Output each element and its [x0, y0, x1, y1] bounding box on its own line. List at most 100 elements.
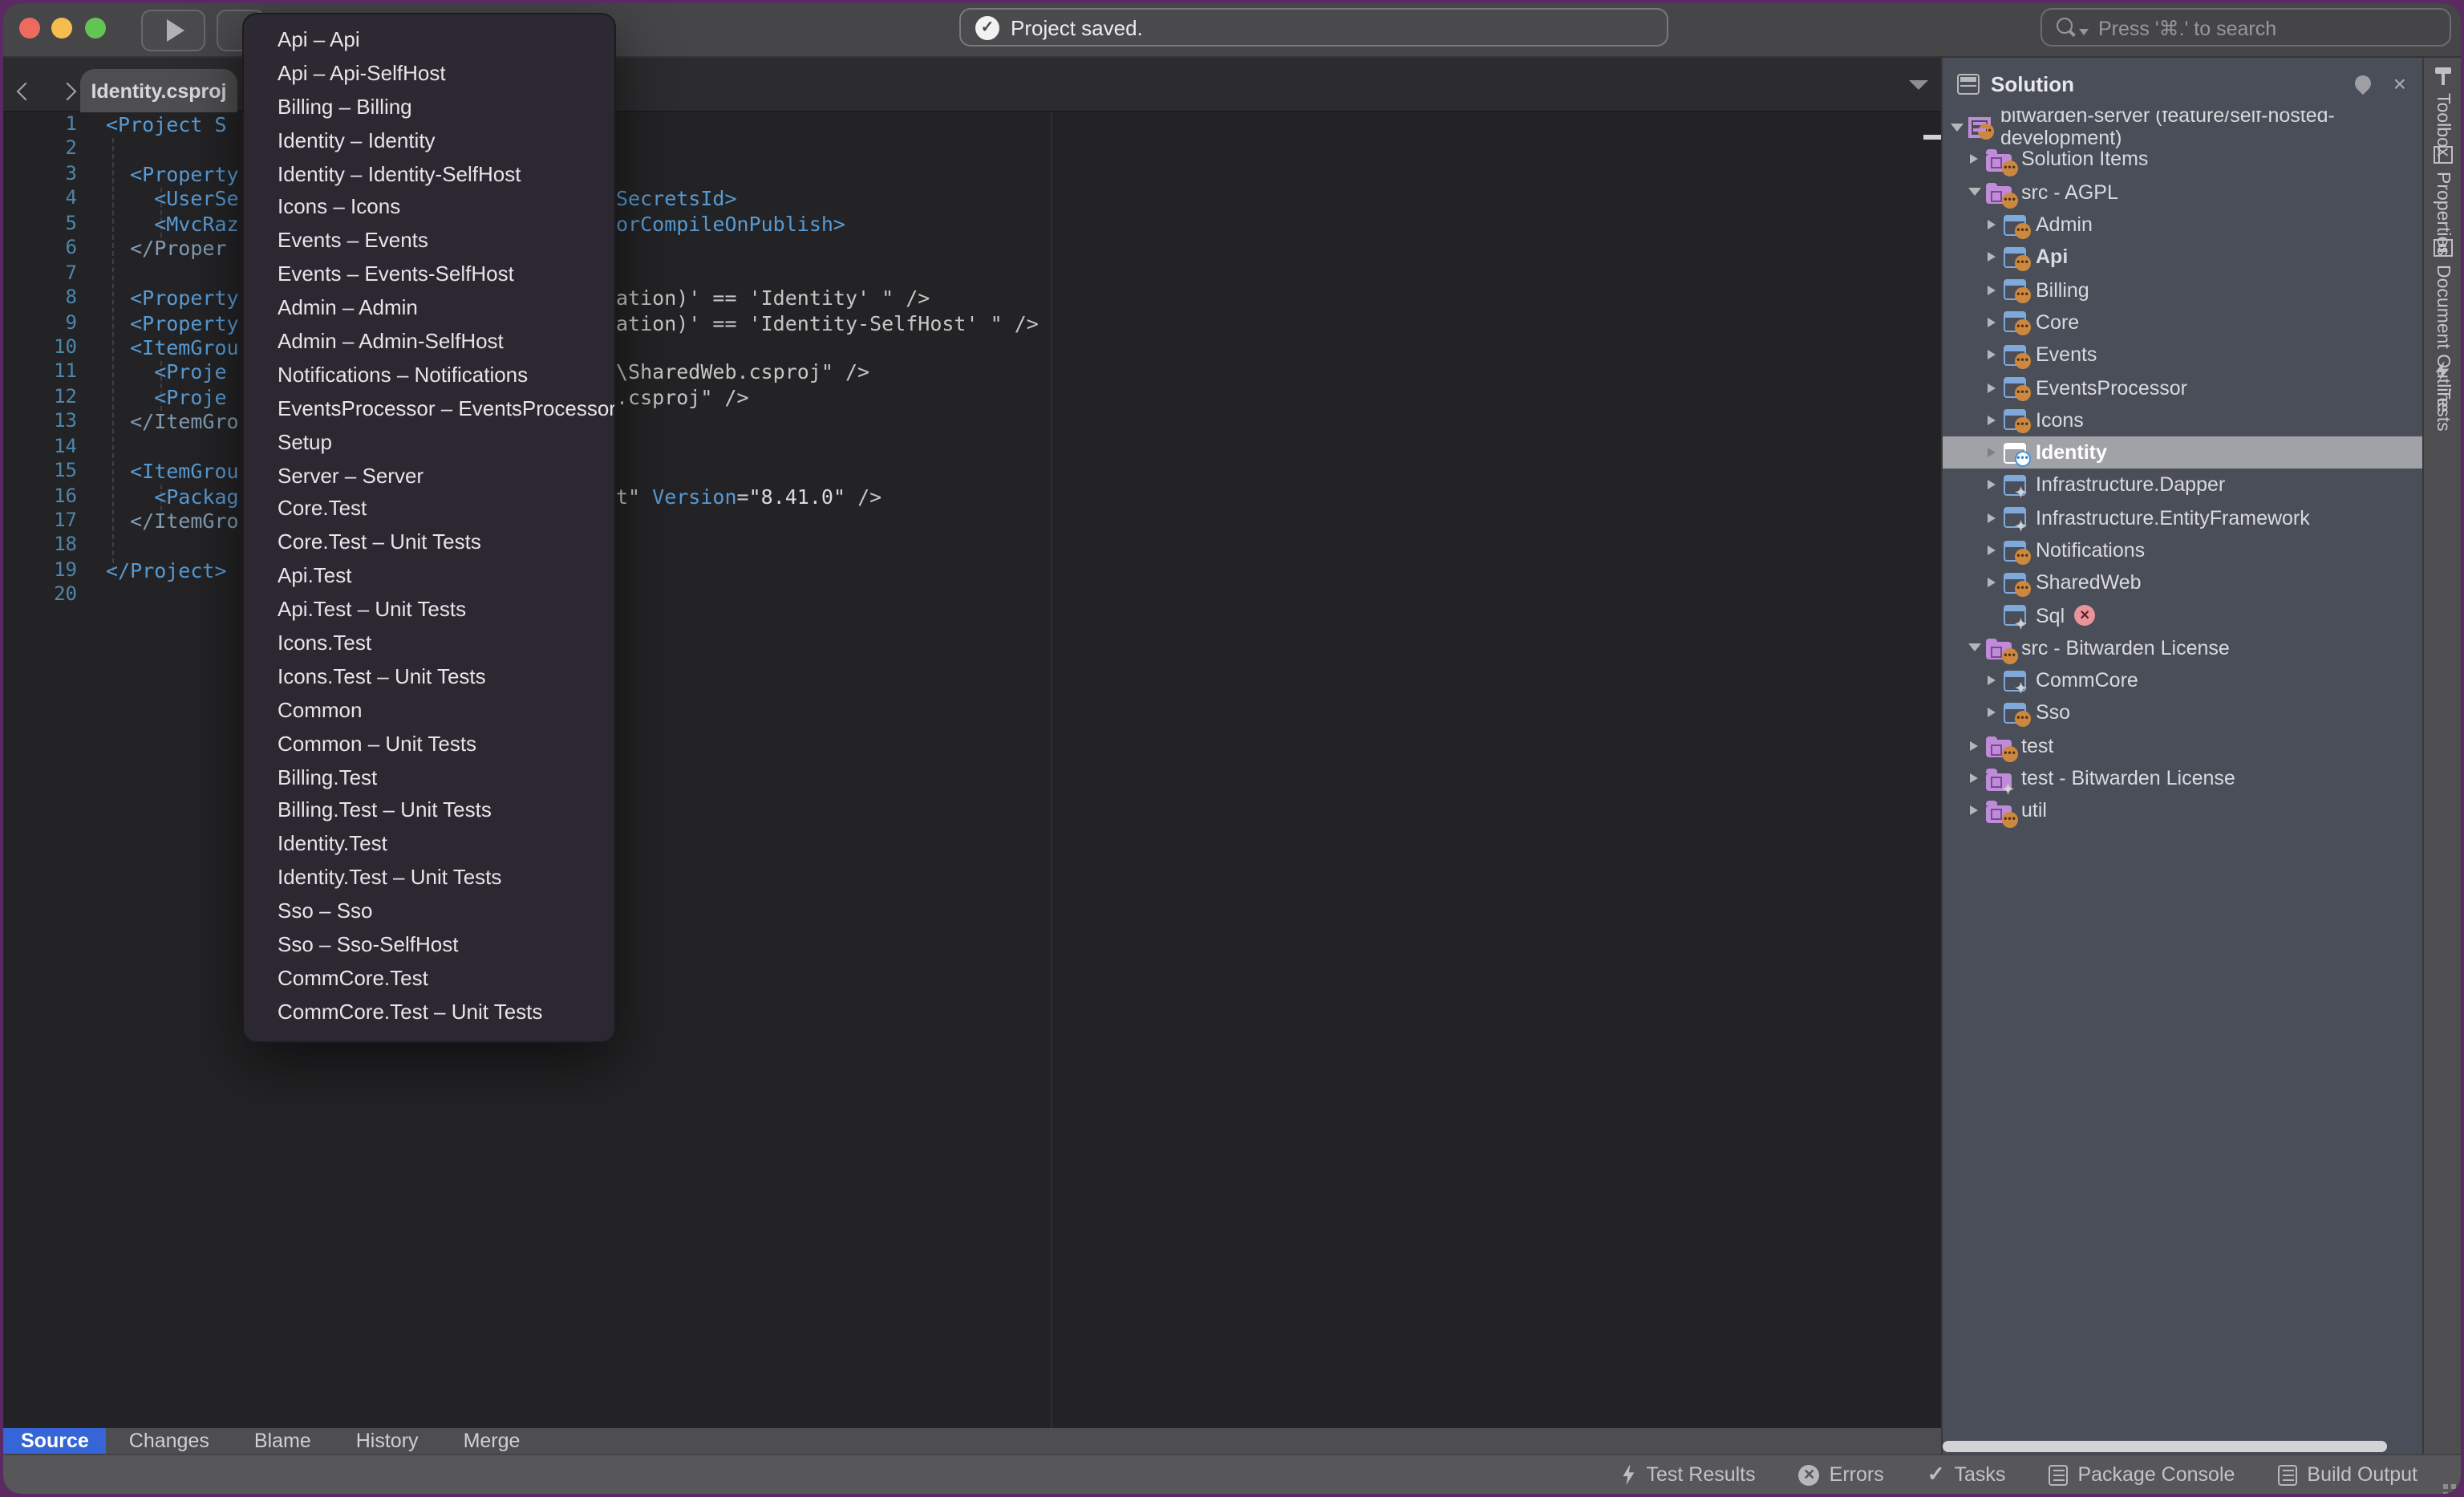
tab-merge[interactable]: Merge: [441, 1428, 543, 1454]
tree-item-events[interactable]: •••Events: [1943, 339, 2422, 371]
disclosure-arrow[interactable]: [1983, 481, 2000, 490]
disclosure-arrow[interactable]: [1983, 285, 2000, 294]
tree-item-sharedweb[interactable]: •••SharedWeb: [1943, 566, 2422, 599]
menu-item-admin-admin-selfhost[interactable]: Admin – Admin-SelfHost: [244, 326, 614, 359]
disclosure-arrow[interactable]: [1983, 350, 2000, 359]
tree-item-sql[interactable]: ✦Sql✕: [1943, 599, 2422, 632]
horizontal-scrollbar[interactable]: [1943, 1441, 2387, 1452]
tree-item-eventsprocessor[interactable]: •••EventsProcessor: [1943, 371, 2422, 404]
close-button[interactable]: [19, 18, 40, 39]
menu-item-core-test-unit-tests[interactable]: Core.Test – Unit Tests: [244, 527, 614, 561]
disclosure-arrow[interactable]: [1965, 773, 1983, 783]
zoom-button[interactable]: [85, 18, 106, 39]
line-number: 18: [3, 533, 77, 558]
menu-item-icons-test-unit-tests[interactable]: Icons.Test – Unit Tests: [244, 661, 614, 695]
tab-list-dropdown-icon[interactable]: [1909, 80, 1928, 90]
side-tab-tests[interactable]: Tests: [2424, 361, 2461, 432]
side-tab-toolbox[interactable]: Toolbox: [2424, 66, 2461, 156]
tree-item-admin[interactable]: •••Admin: [1943, 209, 2422, 241]
menu-item-billing-test-unit-tests[interactable]: Billing.Test – Unit Tests: [244, 795, 614, 829]
tab-history[interactable]: History: [334, 1428, 441, 1454]
tree-item-src-agpl[interactable]: •••src - AGPL: [1943, 176, 2422, 209]
disclosure-arrow[interactable]: [1947, 123, 1965, 131]
menu-item-core-test[interactable]: Core.Test: [244, 493, 614, 527]
menu-item-commcore-test[interactable]: CommCore.Test: [244, 963, 614, 996]
navigate-forward-button[interactable]: [61, 77, 74, 106]
menu-item-events-events-selfhost[interactable]: Events – Events-SelfHost: [244, 258, 614, 292]
disclosure-arrow[interactable]: [1983, 253, 2000, 262]
menu-item-server-server[interactable]: Server – Server: [244, 460, 614, 493]
resize-grip-icon[interactable]: [2451, 1484, 2456, 1489]
disclosure-arrow[interactable]: [1983, 675, 2000, 685]
disclosure-arrow[interactable]: [1965, 806, 1983, 816]
menu-item-icons-test[interactable]: Icons.Test: [244, 627, 614, 661]
menu-item-api-api[interactable]: Api – Api: [244, 24, 614, 58]
tab-identity-csproj[interactable]: Identity.csproj: [80, 69, 237, 112]
tree-item-billing[interactable]: •••Billing: [1943, 274, 2422, 306]
menu-item-common-unit-tests[interactable]: Common – Unit Tests: [244, 728, 614, 761]
disclosure-arrow[interactable]: [1983, 513, 2000, 522]
navigate-back-button[interactable]: [19, 77, 32, 106]
disclosure-arrow[interactable]: [1965, 188, 1983, 196]
tree-item-notifications[interactable]: •••Notifications: [1943, 534, 2422, 567]
menu-item-sso-sso-selfhost[interactable]: Sso – Sso-SelfHost: [244, 929, 614, 963]
disclosure-arrow[interactable]: [1983, 708, 2000, 718]
tree-item-bitwarden-server-feature-self-hosted-development[interactable]: •••bitwarden-server (feature/self-hosted…: [1943, 111, 2422, 144]
disclosure-arrow[interactable]: [1983, 578, 2000, 588]
menu-item-eventsprocessor-eventsprocessor[interactable]: EventsProcessor – EventsProcessor: [244, 393, 614, 427]
pin-icon[interactable]: [2351, 72, 2373, 95]
tab-source[interactable]: Source: [3, 1428, 107, 1454]
status-package-console[interactable]: Package Console: [2049, 1463, 2235, 1486]
disclosure-arrow[interactable]: [1983, 383, 2000, 392]
menu-item-billing-billing[interactable]: Billing – Billing: [244, 91, 614, 125]
status-build-output[interactable]: Build Output: [2278, 1463, 2417, 1486]
global-search-input[interactable]: Press '⌘.' to search: [2040, 8, 2451, 47]
menu-item-sso-sso[interactable]: Sso – Sso: [244, 895, 614, 929]
menu-item-setup[interactable]: Setup: [244, 426, 614, 460]
tree-item-identity[interactable]: •••Identity: [1943, 436, 2422, 469]
menu-item-common[interactable]: Common: [244, 695, 614, 728]
menu-item-billing-test[interactable]: Billing.Test: [244, 761, 614, 795]
menu-item-notifications-notifications[interactable]: Notifications – Notifications: [244, 359, 614, 393]
disclosure-arrow[interactable]: [1965, 155, 1983, 164]
menu-item-identity-identity[interactable]: Identity – Identity: [244, 124, 614, 158]
tab-changes[interactable]: Changes: [107, 1428, 232, 1454]
status-errors[interactable]: ✕Errors: [1799, 1463, 1884, 1486]
disclosure-arrow[interactable]: [1965, 644, 1983, 652]
menu-item-events-events[interactable]: Events – Events: [244, 225, 614, 259]
tree-item-api[interactable]: •••Api: [1943, 241, 2422, 274]
tree-item-label: Solution Items: [2021, 148, 2148, 171]
triangle-right-icon: [1988, 416, 1996, 425]
tree-item-test-bitwarden-license[interactable]: ✦test - Bitwarden License: [1943, 762, 2422, 795]
disclosure-arrow[interactable]: [1965, 741, 1983, 751]
disclosure-arrow[interactable]: [1983, 546, 2000, 555]
disclosure-arrow[interactable]: [1983, 416, 2000, 425]
tree-item-icons[interactable]: •••Icons: [1943, 404, 2422, 436]
menu-item-icons-icons[interactable]: Icons – Icons: [244, 192, 614, 225]
disclosure-arrow[interactable]: [1983, 318, 2000, 327]
tree-item-infrastructure-dapper[interactable]: ✦Infrastructure.Dapper: [1943, 469, 2422, 502]
tree-item-test[interactable]: •••test: [1943, 729, 2422, 762]
tree-item-infrastructure-entityframework[interactable]: ✦Infrastructure.EntityFramework: [1943, 501, 2422, 534]
menu-item-commcore-test-unit-tests[interactable]: CommCore.Test – Unit Tests: [244, 996, 614, 1030]
tree-item-util[interactable]: •••util: [1943, 794, 2422, 827]
minimize-button[interactable]: [51, 18, 72, 39]
tree-item-commcore[interactable]: ✦CommCore: [1943, 664, 2422, 697]
menu-item-admin-admin[interactable]: Admin – Admin: [244, 292, 614, 326]
menu-item-api-api-selfhost[interactable]: Api – Api-SelfHost: [244, 58, 614, 91]
run-button[interactable]: [141, 10, 205, 51]
disclosure-arrow[interactable]: [1983, 448, 2000, 457]
menu-item-api-test[interactable]: Api.Test: [244, 561, 614, 594]
menu-item-identity-test[interactable]: Identity.Test: [244, 829, 614, 862]
menu-item-api-test-unit-tests[interactable]: Api.Test – Unit Tests: [244, 594, 614, 627]
tree-item-core[interactable]: •••Core: [1943, 306, 2422, 339]
tree-item-sso[interactable]: •••Sso: [1943, 697, 2422, 730]
close-icon[interactable]: ×: [2393, 72, 2406, 95]
disclosure-arrow[interactable]: [1983, 220, 2000, 229]
tab-blame[interactable]: Blame: [232, 1428, 334, 1454]
menu-item-identity-test-unit-tests[interactable]: Identity.Test – Unit Tests: [244, 862, 614, 896]
tree-item-src-bitwarden-license[interactable]: •••src - Bitwarden License: [1943, 632, 2422, 665]
menu-item-identity-identity-selfhost[interactable]: Identity – Identity-SelfHost: [244, 158, 614, 192]
status-test-results[interactable]: Test Results: [1620, 1463, 1755, 1486]
status-tasks[interactable]: ✓Tasks: [1927, 1462, 2006, 1487]
